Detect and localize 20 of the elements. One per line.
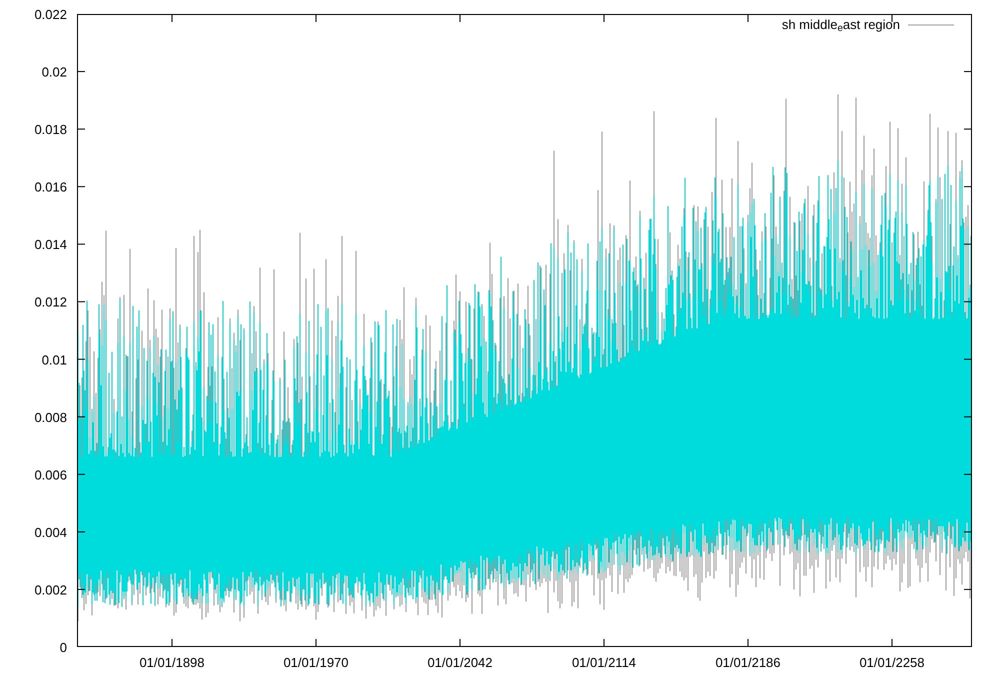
y-tick-label: 0.012 [34,294,67,310]
y-tick-label: 0.002 [34,582,67,598]
legend-line-sample [908,22,954,26]
x-tick-label: 01/01/2042 [427,655,493,670]
x-tick-label: 01/01/2114 [572,655,636,670]
y-tick-label: 0.006 [34,467,67,482]
y-tick-label: 0.004 [34,524,67,540]
y-tick-label: 0.014 [34,237,67,252]
y-tick-label: 0.018 [34,122,67,138]
y-tick-label: 0 [60,640,67,655]
x-tick-label: 01/01/1898 [139,655,205,670]
y-tick-label: 0.022 [34,7,67,22]
x-tick-label: 01/01/1970 [283,655,349,670]
x-tick-label: 01/01/2186 [715,655,781,670]
y-tick-label: 0.01 [42,352,67,368]
y-tick-label: 0.02 [42,64,67,80]
y-tick-label: 0.016 [34,180,67,195]
legend-label: sh middle$_{e}$ast region [782,18,900,31]
y-tick-label: 0.008 [34,410,67,425]
x-tick-label: 01/01/2258 [859,655,925,670]
